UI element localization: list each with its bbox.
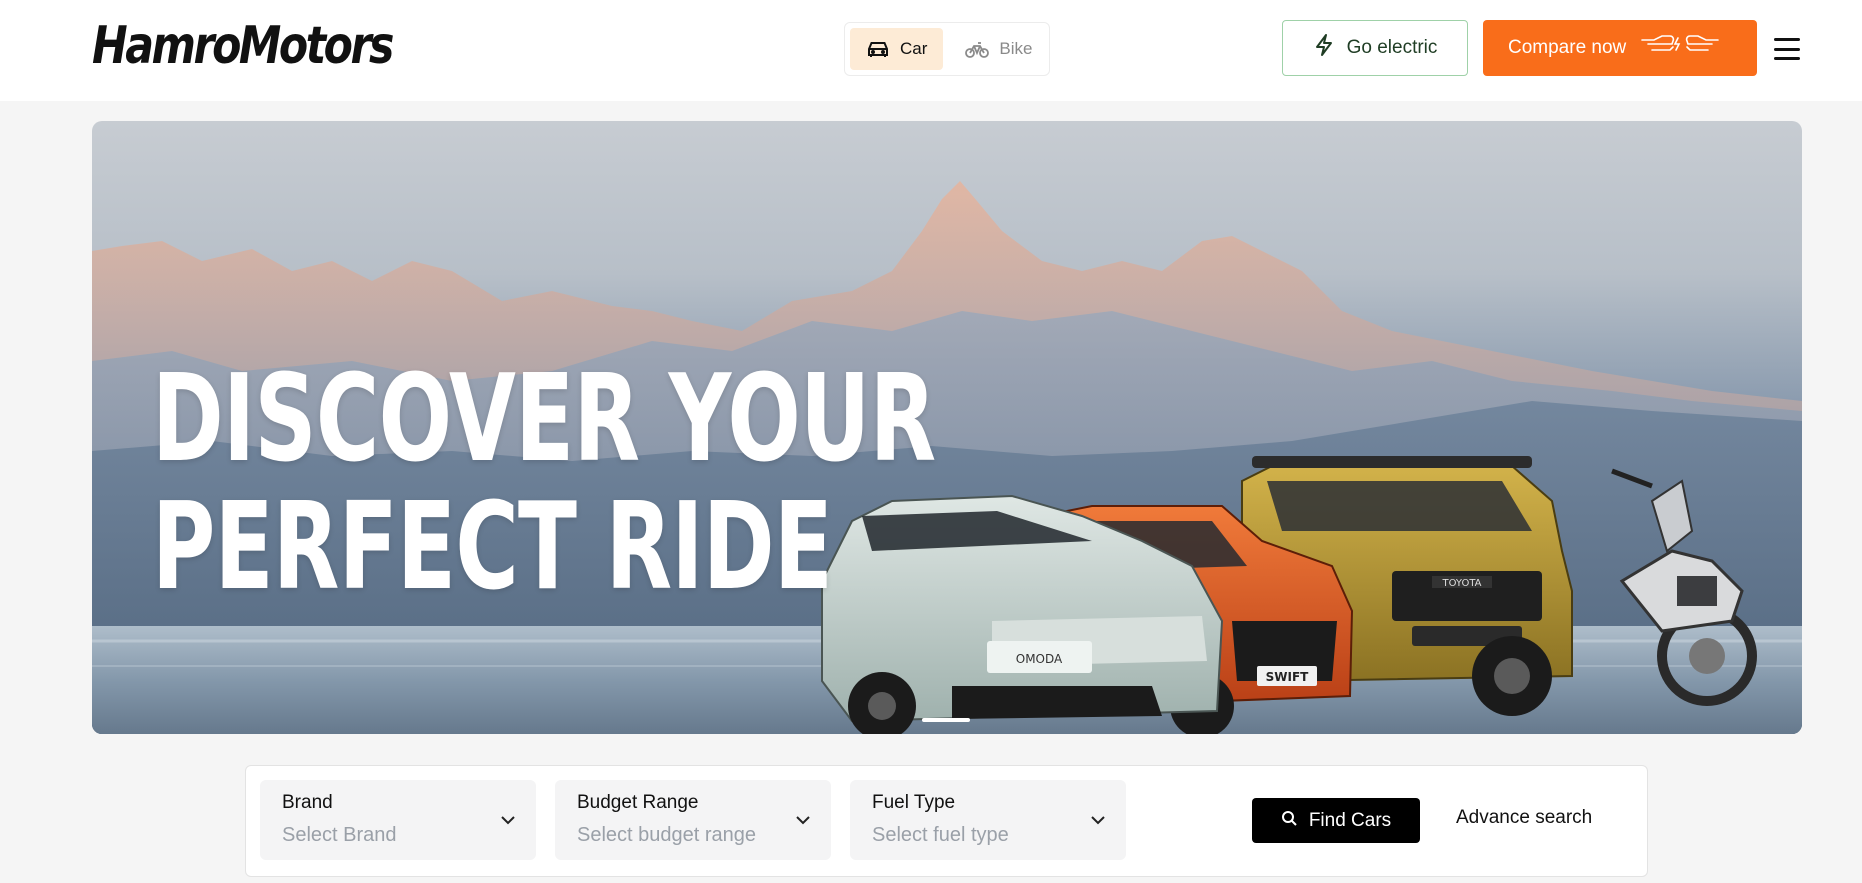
toggle-bike-label: Bike bbox=[999, 39, 1033, 58]
site-header: HamroMotors Car Bike Go electric Compare… bbox=[0, 0, 1862, 101]
budget-range-label: Budget Range bbox=[577, 792, 699, 813]
compare-cars-icon bbox=[1640, 30, 1720, 66]
budget-range-placeholder: Select budget range bbox=[577, 824, 757, 846]
hero-banner: TOYOTA SWIFT OMODA DISCOVER YOUR PERFECT… bbox=[92, 121, 1802, 734]
budget-range-select[interactable]: Budget Range Select budget range bbox=[555, 780, 831, 860]
go-electric-label: Go electric bbox=[1346, 37, 1438, 58]
brand-placeholder: Select Brand bbox=[282, 824, 397, 846]
chevron-down-icon bbox=[795, 812, 811, 830]
toggle-car-label: Car bbox=[900, 39, 928, 58]
brand-select[interactable]: Brand Select Brand bbox=[260, 780, 536, 860]
find-cars-button[interactable]: Find Cars bbox=[1252, 798, 1420, 843]
swift-badge-text: SWIFT bbox=[1266, 670, 1310, 684]
bike-icon bbox=[965, 40, 990, 58]
search-panel: Brand Select Brand Budget Range Select b… bbox=[245, 765, 1648, 877]
site-logo[interactable]: HamroMotors bbox=[92, 16, 394, 76]
fuel-type-placeholder: Select fuel type bbox=[872, 824, 1009, 846]
hero-title-line-2: PERFECT RIDE bbox=[152, 478, 833, 617]
hamburger-menu-icon[interactable] bbox=[1774, 38, 1800, 60]
chevron-down-icon bbox=[500, 812, 516, 830]
search-icon bbox=[1281, 810, 1297, 832]
toggle-bike[interactable]: Bike bbox=[949, 28, 1048, 70]
fuel-type-label: Fuel Type bbox=[872, 792, 956, 813]
car-icon bbox=[866, 40, 890, 58]
fuel-type-select[interactable]: Fuel Type Select fuel type bbox=[850, 780, 1126, 860]
vehicle-type-toggle: Car Bike bbox=[844, 22, 1050, 76]
toyota-badge-text: TOYOTA bbox=[1441, 578, 1481, 589]
compare-now-button[interactable]: Compare now bbox=[1483, 20, 1757, 76]
compare-now-label: Compare now bbox=[1508, 37, 1627, 58]
go-electric-button[interactable]: Go electric bbox=[1282, 20, 1468, 76]
hero-title-line-1: DISCOVER YOUR bbox=[152, 350, 936, 489]
lightning-icon bbox=[1313, 33, 1335, 63]
carousel-indicator[interactable] bbox=[922, 718, 970, 722]
hero-title: DISCOVER YOUR PERFECT RIDE bbox=[152, 350, 936, 617]
chevron-down-icon bbox=[1090, 812, 1106, 830]
toggle-car[interactable]: Car bbox=[850, 28, 944, 70]
brand-label: Brand bbox=[282, 792, 333, 813]
omoda-badge-text: OMODA bbox=[1016, 652, 1063, 666]
advance-search-link[interactable]: Advance search bbox=[1456, 807, 1592, 829]
find-cars-label: Find Cars bbox=[1308, 809, 1392, 831]
